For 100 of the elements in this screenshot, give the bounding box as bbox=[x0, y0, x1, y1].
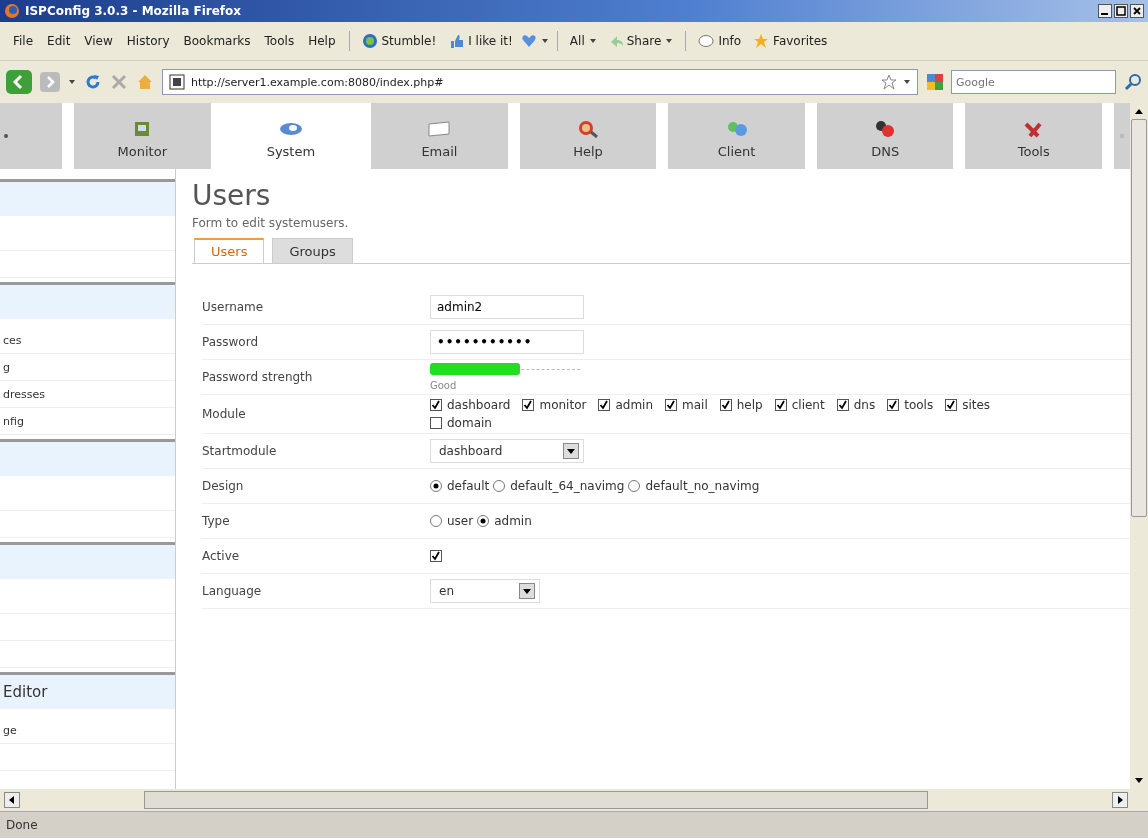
checkbox[interactable] bbox=[719, 399, 732, 411]
option-label: dashboard bbox=[447, 398, 511, 412]
username-field[interactable]: admin2 bbox=[430, 295, 584, 319]
search-icon[interactable] bbox=[1124, 73, 1142, 91]
checkbox[interactable] bbox=[430, 417, 442, 429]
toolbar-button[interactable]: I like it! bbox=[444, 33, 517, 49]
checkbox[interactable] bbox=[774, 399, 787, 411]
field-label: Username bbox=[202, 300, 265, 314]
field-label: Language bbox=[202, 584, 263, 598]
star-icon bbox=[753, 33, 770, 49]
menu-item[interactable]: Tools bbox=[259, 34, 300, 48]
radio-button[interactable] bbox=[628, 480, 641, 492]
option-label: monitor bbox=[539, 398, 587, 412]
maximize-icon[interactable] bbox=[1114, 4, 1128, 18]
reload-icon[interactable] bbox=[84, 73, 102, 91]
stop-icon[interactable] bbox=[110, 73, 128, 91]
page-icon bbox=[169, 74, 185, 90]
field-label: Password strength bbox=[202, 370, 314, 384]
sidebar-item[interactable]: g bbox=[0, 354, 175, 381]
thumb-icon bbox=[448, 33, 465, 49]
option-label: client bbox=[791, 398, 825, 412]
sidebar-item[interactable]: ces bbox=[0, 327, 175, 354]
caret-icon[interactable] bbox=[903, 78, 911, 86]
dropdown-button[interactable]: Share bbox=[604, 34, 678, 48]
strength-reading: Good bbox=[430, 380, 457, 391]
field-label: Module bbox=[202, 407, 247, 421]
checkbox[interactable] bbox=[887, 399, 900, 411]
module-tab[interactable]: DNS bbox=[816, 103, 954, 169]
scroll-right-icon bbox=[1112, 792, 1128, 808]
option-label: default_no_navimg bbox=[645, 479, 760, 493]
stumble-icon bbox=[361, 33, 378, 49]
toolbar-button[interactable]: Favorites bbox=[749, 33, 832, 49]
window-title: ISPConfig 3.0.3 - Mozilla Firefox bbox=[25, 4, 243, 18]
caret-icon[interactable] bbox=[540, 37, 549, 45]
module-tab[interactable]: Email bbox=[371, 103, 508, 169]
option-label: sites bbox=[962, 398, 991, 412]
toolbar-button[interactable]: Info bbox=[694, 33, 746, 49]
module-tab[interactable]: Client bbox=[668, 103, 805, 169]
scroll-down-icon bbox=[1134, 777, 1144, 785]
checkbox[interactable] bbox=[945, 399, 958, 411]
dropdown[interactable]: en bbox=[430, 579, 540, 603]
option-label: default_64_navimg bbox=[510, 479, 625, 493]
sidebar-header: Editor bbox=[0, 675, 175, 709]
radio-button[interactable] bbox=[477, 515, 490, 527]
minimize-icon[interactable] bbox=[1098, 4, 1112, 18]
module-tab[interactable]: Monitor bbox=[74, 103, 211, 169]
status-text: Done bbox=[6, 818, 38, 832]
field-label: Startmodule bbox=[202, 444, 278, 458]
module-tab[interactable]: Help bbox=[519, 103, 657, 169]
option-label: help bbox=[736, 398, 763, 412]
dropdown[interactable]: dashboard bbox=[430, 439, 584, 463]
page-title: Users bbox=[192, 179, 272, 212]
field-label: Design bbox=[202, 479, 245, 493]
scroll-left-icon bbox=[4, 792, 20, 808]
menu-item[interactable]: File bbox=[8, 34, 39, 48]
field-label: Password bbox=[202, 335, 260, 349]
field-label: Active bbox=[202, 549, 241, 563]
checkbox[interactable] bbox=[836, 399, 849, 411]
password-field[interactable]: ••••••••••• bbox=[430, 330, 584, 354]
option-label: user bbox=[447, 514, 474, 528]
toolbar-button[interactable]: Stumble! bbox=[357, 33, 441, 49]
magnifier-icon bbox=[576, 120, 600, 138]
page-subtitle: Form to edit systemusers. bbox=[192, 216, 350, 230]
checkbox[interactable] bbox=[430, 550, 442, 562]
menu-item[interactable]: View bbox=[79, 34, 118, 48]
checkbox[interactable] bbox=[430, 399, 442, 411]
module-tab[interactable]: Tools bbox=[965, 103, 1103, 169]
sidebar-item[interactable]: ge bbox=[0, 717, 175, 744]
globe-icon bbox=[278, 120, 303, 138]
address-field[interactable]: http://server1.example.com:8080/index.php# bbox=[162, 69, 918, 95]
sidebar-item[interactable]: dresses bbox=[0, 381, 175, 408]
menu-item[interactable]: Edit bbox=[42, 34, 76, 48]
checkbox[interactable] bbox=[522, 399, 535, 411]
scroll-thumb[interactable] bbox=[1131, 119, 1147, 517]
checkbox[interactable] bbox=[598, 399, 611, 411]
bookmark-star-icon[interactable] bbox=[881, 74, 897, 90]
form-tab[interactable]: Groups bbox=[272, 238, 353, 263]
caret-icon[interactable] bbox=[68, 78, 76, 86]
heart-icon bbox=[520, 33, 537, 49]
checkbox[interactable] bbox=[665, 399, 678, 411]
caret-icon bbox=[665, 37, 674, 45]
close-icon[interactable] bbox=[1130, 4, 1144, 18]
forward-icon[interactable] bbox=[40, 72, 60, 92]
dropdown-button[interactable]: All bbox=[565, 34, 601, 48]
back-icon[interactable] bbox=[6, 70, 32, 94]
radio-button[interactable] bbox=[430, 480, 442, 492]
menu-item[interactable]: Bookmarks bbox=[178, 34, 256, 48]
menu-item[interactable]: Help bbox=[303, 34, 341, 48]
menu-item[interactable]: History bbox=[121, 34, 175, 48]
envelope-icon bbox=[427, 120, 452, 138]
scroll-thumb[interactable] bbox=[144, 791, 928, 809]
radio-button[interactable] bbox=[493, 480, 506, 492]
sidebar-item[interactable]: nfig bbox=[0, 408, 175, 435]
option-label: admin bbox=[615, 398, 654, 412]
speech-bubble-icon bbox=[698, 33, 715, 49]
radio-button[interactable] bbox=[430, 515, 442, 527]
search-field[interactable]: Google bbox=[951, 70, 1116, 94]
form-tab[interactable]: Users bbox=[194, 238, 265, 263]
option-label: tools bbox=[904, 398, 934, 412]
horizontal-scrollbar[interactable] bbox=[0, 789, 1148, 811]
